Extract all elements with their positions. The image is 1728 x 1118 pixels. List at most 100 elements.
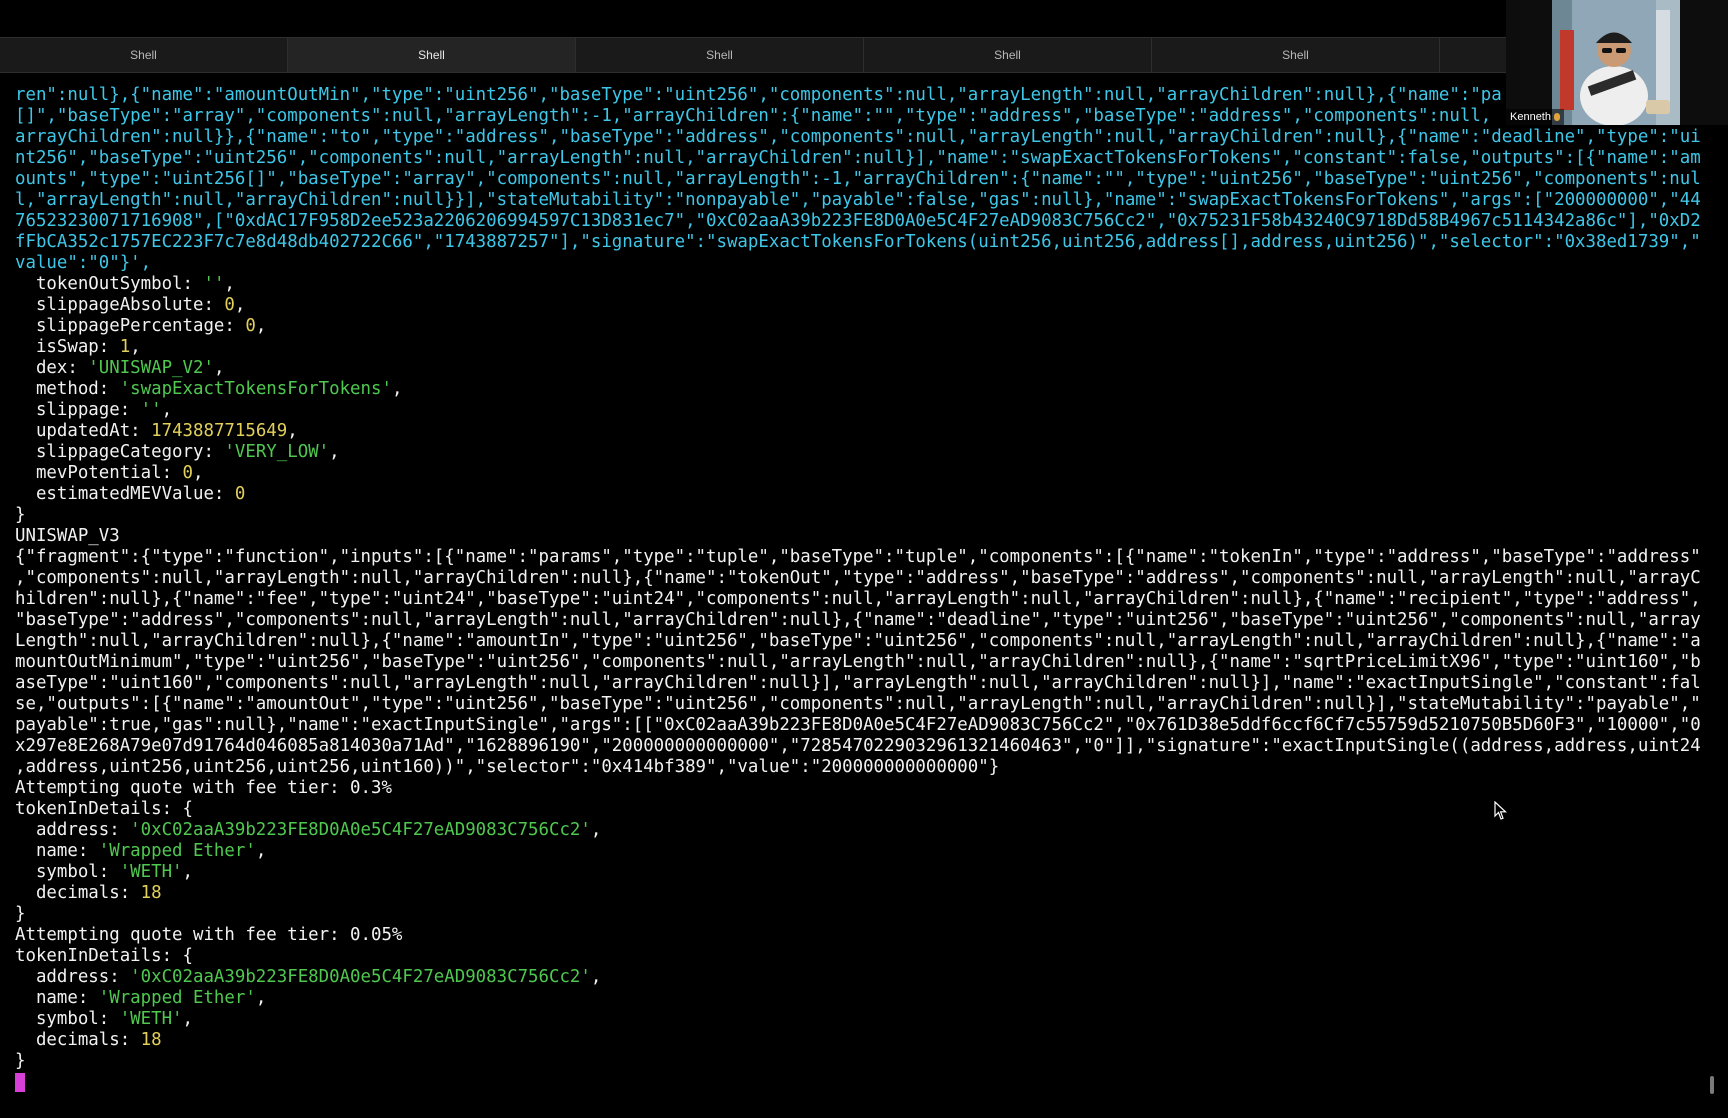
terminal-text-segment: , <box>161 400 173 420</box>
tab-shell-3[interactable]: Shell <box>576 38 864 72</box>
terminal-text-segment: , <box>130 337 141 357</box>
terminal-line: ,"components":null,"arrayLength":null,"a… <box>15 568 1712 589</box>
terminal-text-segment: updatedAt: <box>15 421 152 441</box>
terminal-text-segment: 0 <box>224 295 235 315</box>
terminal-line: name: 'Wrapped Ether', <box>15 988 1712 1009</box>
terminal-text-segment: payable":true,"gas":null},"name":"exactI… <box>15 715 1701 735</box>
terminal-text-segment: , <box>590 967 602 987</box>
tab-bar: Shell Shell Shell Shell Shell <box>0 37 1728 73</box>
terminal-text-segment: Attempting quote with fee tier: 0.3% <box>15 778 392 798</box>
terminal-text-segment: 'WETH' <box>119 862 183 882</box>
terminal-text-segment: method: <box>15 379 120 399</box>
terminal-text-segment: } <box>15 1051 26 1071</box>
terminal-line: fFbCA352c1757EC223F7c7e8d48db402722C66",… <box>15 232 1712 253</box>
terminal-line: address: '0xC02aaA39b223FE8D0A0e5C4F27eA… <box>15 967 1712 988</box>
terminal-text-segment: mountOutMinimum","type":"uint256","baseT… <box>15 652 1701 672</box>
terminal-line: ounts","type":"uint256[]","baseType":"ar… <box>15 169 1712 190</box>
terminal-text-segment: , <box>182 1009 194 1029</box>
terminal-prompt-line <box>15 1072 1712 1093</box>
terminal-text-segment: '' <box>203 274 225 294</box>
terminal-text-segment: 'WETH' <box>119 1009 183 1029</box>
terminal-line: mevPotential: 0, <box>15 463 1712 484</box>
terminal-text-segment: , <box>213 358 225 378</box>
terminal-line: ,address,uint256,uint256,uint256,uint160… <box>15 757 1712 778</box>
terminal-text-segment: , <box>182 862 194 882</box>
terminal-text-segment: {"fragment":{"type":"function","inputs":… <box>15 547 1701 567</box>
terminal-text-segment: 'swapExactTokensForTokens' <box>119 379 392 399</box>
terminal-line: arrayChildren":null}},{"name":"to","type… <box>15 127 1712 148</box>
tab-shell-1[interactable]: Shell <box>0 38 288 72</box>
terminal-line: mountOutMinimum","type":"uint256","baseT… <box>15 652 1712 673</box>
video-feed-image <box>1506 0 1728 125</box>
terminal-text-segment: slippageAbsolute: <box>15 295 225 315</box>
terminal-text-segment: nt256","baseType":"uint256","components"… <box>15 148 1701 168</box>
terminal-scrollbar-thumb[interactable] <box>1710 1076 1714 1094</box>
terminal-line: se,"outputs":[{"name":"amountOut","type"… <box>15 694 1712 715</box>
terminal-text-segment: '0xC02aaA39b223FE8D0A0e5C4F27eAD9083C756… <box>130 967 591 987</box>
terminal-line: ren":null},{"name":"amountOutMin","type"… <box>15 85 1712 106</box>
tab-shell-5[interactable]: Shell <box>1152 38 1440 72</box>
terminal-line: value":"0"}', <box>15 253 1712 274</box>
mouse-pointer-icon <box>1494 801 1508 820</box>
terminal-text-segment: '' <box>140 400 162 420</box>
terminal-text-segment: , <box>255 841 267 861</box>
terminal-output[interactable]: ren":null},{"name":"amountOutMin","type"… <box>0 73 1728 1118</box>
terminal-text-segment: symbol: <box>15 1009 120 1029</box>
video-participant-name: Kenneth <box>1506 109 1565 125</box>
terminal-text-segment: se,"outputs":[{"name":"amountOut","type"… <box>15 694 1701 714</box>
terminal-line: method: 'swapExactTokensForTokens', <box>15 379 1712 400</box>
terminal-text-segment: , <box>391 379 403 399</box>
terminal-line: aseType":"uint160","components":null,"ar… <box>15 673 1712 694</box>
terminal-line: Length":null,"arrayChildren":null},{"nam… <box>15 631 1712 652</box>
terminal-line: payable":true,"gas":null},"name":"exactI… <box>15 715 1712 736</box>
terminal-text-segment: x297e8E268A79e07d91764d046085a814030a71A… <box>15 736 1701 756</box>
terminal-text-segment: 'UNISWAP_V2' <box>88 358 214 378</box>
terminal-line: symbol: 'WETH', <box>15 1009 1712 1030</box>
terminal-text-segment: , <box>234 295 246 315</box>
terminal-line: } <box>15 1051 1712 1072</box>
terminal-line: dex: 'UNISWAP_V2', <box>15 358 1712 379</box>
terminal-text-segment: name: <box>15 988 99 1008</box>
terminal-text-segment: ren":null},{"name":"amountOutMin","type"… <box>15 85 1502 105</box>
video-call-tile[interactable]: Kenneth <box>1506 0 1728 125</box>
tab-shell-2-active[interactable]: Shell <box>288 38 576 72</box>
terminal-line: slippageCategory: 'VERY_LOW', <box>15 442 1712 463</box>
terminal-line: slippageAbsolute: 0, <box>15 295 1712 316</box>
terminal-text-segment: []","baseType":"array","components":null… <box>15 106 1492 126</box>
tab-shell-4[interactable]: Shell <box>864 38 1152 72</box>
terminal-line: nt256","baseType":"uint256","components"… <box>15 148 1712 169</box>
terminal-text-segment: fFbCA352c1757EC223F7c7e8d48db402722C66",… <box>15 232 1701 252</box>
terminal-text-segment: tokenInDetails: { <box>15 946 193 966</box>
terminal-line: address: '0xC02aaA39b223FE8D0A0e5C4F27eA… <box>15 820 1712 841</box>
terminal-text-segment: arrayChildren":null}},{"name":"to","type… <box>15 127 1701 147</box>
terminal-text-segment: address: <box>15 967 131 987</box>
terminal-text-segment: ounts","type":"uint256[]","baseType":"ar… <box>15 169 1701 189</box>
terminal-text-segment: UNISWAP_V3 <box>15 526 120 546</box>
terminal-line: {"fragment":{"type":"function","inputs":… <box>15 547 1712 568</box>
terminal-text-segment: aseType":"uint160","components":null,"ar… <box>15 673 1701 693</box>
terminal-text-segment: 0 <box>245 316 256 336</box>
terminal-text-segment: decimals: <box>15 883 141 903</box>
terminal-text-segment: hildren":null},{"name":"fee","type":"uin… <box>15 589 1701 609</box>
terminal-text-segment: } <box>15 904 26 924</box>
terminal-text-segment: symbol: <box>15 862 120 882</box>
terminal-text-segment: Attempting quote with fee tier: 0.05% <box>15 925 403 945</box>
terminal-text-segment: ,address,uint256,uint256,uint256,uint160… <box>15 757 1000 777</box>
terminal-text-segment: isSwap: <box>15 337 120 357</box>
terminal-text-segment: '0xC02aaA39b223FE8D0A0e5C4F27eAD9083C756… <box>130 820 591 840</box>
microphone-icon <box>1554 113 1561 122</box>
terminal-line: tokenOutSymbol: '', <box>15 274 1712 295</box>
terminal-text-segment: , <box>590 820 602 840</box>
terminal-line: isSwap: 1, <box>15 337 1712 358</box>
terminal-text-segment: 18 <box>140 1030 162 1050</box>
terminal-line: updatedAt: 1743887715649, <box>15 421 1712 442</box>
terminal-line: } <box>15 505 1712 526</box>
terminal-text-segment: slippageCategory: <box>15 442 225 462</box>
terminal-text-segment: 1743887715649 <box>151 421 288 441</box>
terminal-text-segment: l,"arrayLength":null,"arrayChildren":nul… <box>15 190 1701 210</box>
terminal-line: []","baseType":"array","components":null… <box>15 106 1712 127</box>
terminal-text-segment: ,"components":null,"arrayLength":null,"a… <box>15 568 1701 588</box>
terminal-text-segment: name: <box>15 841 99 861</box>
terminal-line: l,"arrayLength":null,"arrayChildren":nul… <box>15 190 1712 211</box>
terminal-text-segment: , <box>193 463 204 483</box>
